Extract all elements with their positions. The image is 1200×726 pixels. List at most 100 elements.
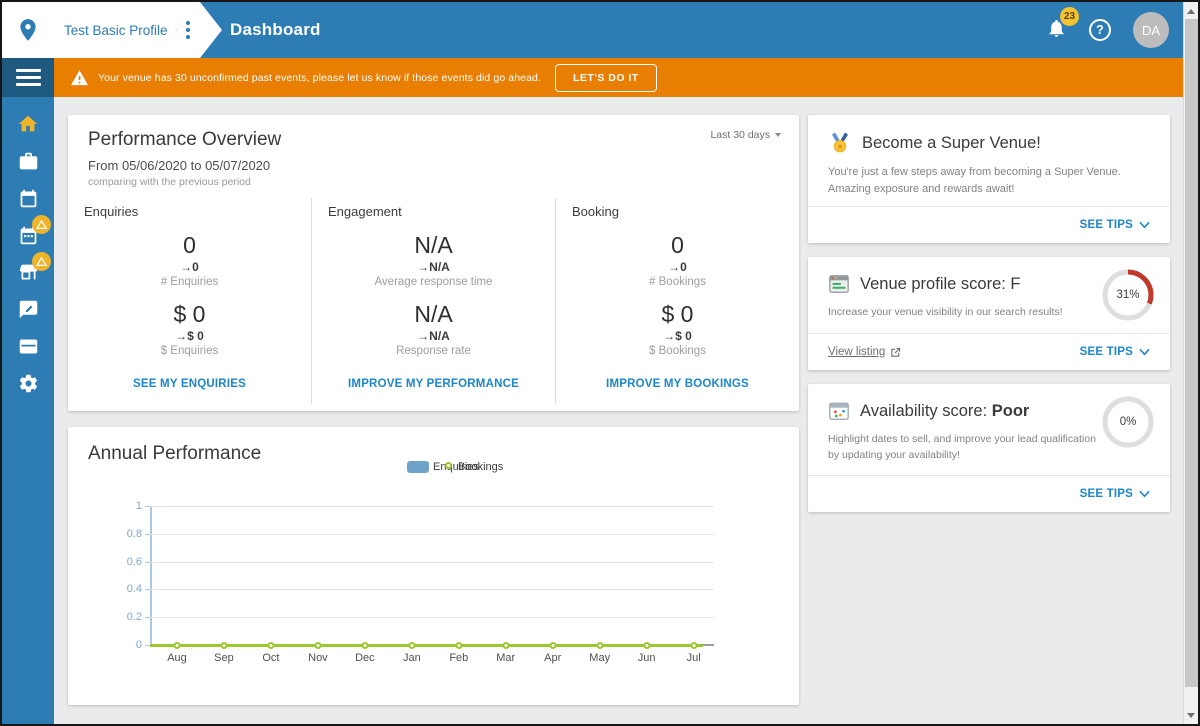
gridline — [150, 589, 714, 591]
period-selector[interactable]: Last 30 days — [710, 129, 781, 141]
x-axis-label: Aug — [167, 652, 187, 664]
y-axis-tick — [145, 506, 150, 507]
booking-column: Booking 0 →0 # Bookings $ 0 →$ 0 $ Booki… — [555, 198, 799, 404]
stat-caption: # Bookings — [649, 276, 706, 288]
x-axis-label: Jan — [402, 652, 421, 664]
performance-overview-title: Performance Overview — [88, 129, 282, 150]
app-logo[interactable] — [2, 2, 54, 58]
super-venue-body: You're just a few steps away from becomi… — [828, 166, 1121, 196]
performance-overview-header: Performance Overview From 05/06/2020 to … — [68, 115, 799, 198]
x-axis-label: Oct — [262, 652, 280, 664]
improve-my-bookings-link[interactable]: IMPROVE MY BOOKINGS — [572, 378, 783, 390]
lets-do-it-button[interactable]: LET'S DO IT — [555, 63, 657, 92]
chart-point-bookings — [455, 642, 463, 649]
x-axis-label: Apr — [544, 652, 562, 664]
chart-point-bookings — [408, 642, 416, 649]
home-icon — [18, 115, 38, 132]
avatar[interactable]: DA — [1133, 12, 1169, 48]
stat-delta: →0 — [668, 260, 687, 274]
sidebar-item-marketplace[interactable] — [16, 252, 51, 284]
scroll-down-button[interactable] — [1184, 707, 1198, 723]
chevron-down-icon — [1139, 490, 1150, 498]
page-title: Dashboard — [230, 20, 321, 39]
see-tips-label: SEE TIPS — [1079, 488, 1133, 500]
engagement-column: Engagement N/A →N/A Average response tim… — [311, 198, 555, 404]
see-my-enquiries-link[interactable]: SEE MY ENQUIRIES — [84, 378, 295, 390]
medal-icon — [175, 22, 177, 38]
stat-caption: # Enquiries — [160, 276, 219, 288]
y-axis-tick-label: 0.2 — [126, 611, 142, 624]
chart-point-bookings — [173, 642, 181, 649]
chart-plot: 0 0.2 0.4 0.6 0.8 1 Aug Sep Oct Nov Dec Jan Feb Mar Ap… — [127, 500, 714, 664]
warning-triangle-icon — [71, 69, 88, 85]
chart-point-bookings — [549, 642, 557, 649]
venue-switcher-tab[interactable]: Test Basic Profile — [54, 2, 222, 58]
view-listing-link[interactable]: View listing — [828, 346, 901, 358]
improve-my-performance-link[interactable]: IMPROVE MY PERFORMANCE — [328, 378, 539, 390]
legend-marker-bookings[interactable] — [445, 462, 452, 469]
help-button[interactable]: ? — [1089, 19, 1111, 41]
stat-value: N/A — [414, 301, 453, 327]
see-tips-button[interactable]: SEE TIPS — [1080, 346, 1150, 358]
chart-point-bookings — [267, 642, 275, 649]
y-axis-tick-label: 0 — [135, 639, 142, 651]
sidebar-item-events[interactable] — [16, 215, 51, 247]
stat-block: N/A →N/A Average response time — [328, 232, 539, 288]
sidebar-item-billing[interactable] — [16, 334, 40, 358]
sidebar-item-calendar[interactable] — [16, 186, 40, 210]
scroll-up-button[interactable] — [1184, 3, 1198, 19]
period-selector-value: Last 30 days — [710, 129, 770, 141]
chevron-down-icon — [1139, 221, 1150, 229]
stat-delta: →$ 0 — [663, 329, 692, 343]
sidebar-item-home[interactable] — [16, 112, 40, 136]
profile-name: Test Basic Profile — [64, 22, 168, 38]
chart-point-bookings — [596, 642, 604, 649]
availability-title-value: Poor — [991, 401, 1030, 420]
marketplace-warning-badge — [32, 252, 51, 271]
see-tips-button[interactable]: SEE TIPS — [1080, 488, 1150, 500]
alert-message: Your venue has 30 unconfirmed past event… — [98, 71, 541, 84]
warning-triangle-icon — [36, 256, 47, 266]
stat-caption: Response rate — [396, 345, 471, 357]
x-axis-label: Nov — [308, 652, 328, 664]
legend-swatch-enquiries[interactable] — [407, 461, 429, 473]
profile-menu-icon[interactable] — [184, 17, 192, 43]
profile-score-percent: 31% — [1116, 289, 1140, 301]
see-tips-button[interactable]: SEE TIPS — [1080, 219, 1150, 231]
date-range: From 05/06/2020 to 05/07/2020 — [88, 158, 271, 173]
legend-label-bookings[interactable]: Bookings — [458, 461, 503, 473]
x-axis-label: May — [589, 652, 611, 664]
gridline — [150, 617, 714, 619]
notifications-button[interactable]: 23 — [1046, 6, 1079, 44]
chevron-down-icon — [775, 133, 781, 137]
y-axis-tick — [145, 645, 150, 646]
availability-calendar-icon — [829, 402, 849, 420]
y-axis — [150, 506, 152, 645]
chart-point-bookings — [690, 642, 698, 649]
chart-point-bookings — [361, 642, 369, 649]
external-link-icon — [891, 347, 901, 357]
annual-performance-card: Annual Performance Enquiries Bookings 00… — [68, 427, 799, 705]
super-venue-footer: SEE TIPS — [808, 206, 1170, 243]
sidebar-item-reviews[interactable] — [16, 297, 40, 321]
sidebar-toggle[interactable] — [2, 58, 54, 97]
sidebar-item-business[interactable] — [16, 149, 40, 173]
y-axis-tick — [145, 617, 150, 619]
sidebar-item-settings[interactable] — [16, 371, 40, 395]
medal-colored-icon — [832, 132, 848, 153]
super-venue-card: Become a Super Venue! You're just a few … — [808, 115, 1170, 243]
x-axis-label: Sep — [214, 652, 234, 664]
gear-icon — [19, 374, 37, 392]
availability-title-prefix: Availability score: — [860, 401, 992, 420]
alert-banner: Your venue has 30 unconfirmed past event… — [54, 58, 1183, 97]
stat-block: 0 →0 # Bookings — [572, 232, 783, 288]
stat-value: $ 0 — [173, 301, 206, 327]
x-axis-label: Mar — [496, 652, 516, 664]
super-venue-header: Become a Super Venue! — [808, 115, 1170, 155]
x-axis-label: Jun — [637, 652, 656, 664]
availability-score-percent: 0% — [1119, 416, 1137, 428]
availability-footer: SEE TIPS — [808, 475, 1170, 512]
scrollbar-thumb[interactable] — [1185, 19, 1198, 687]
x-axis-label: Jul — [686, 652, 701, 664]
x-axis-label: Dec — [355, 652, 375, 664]
